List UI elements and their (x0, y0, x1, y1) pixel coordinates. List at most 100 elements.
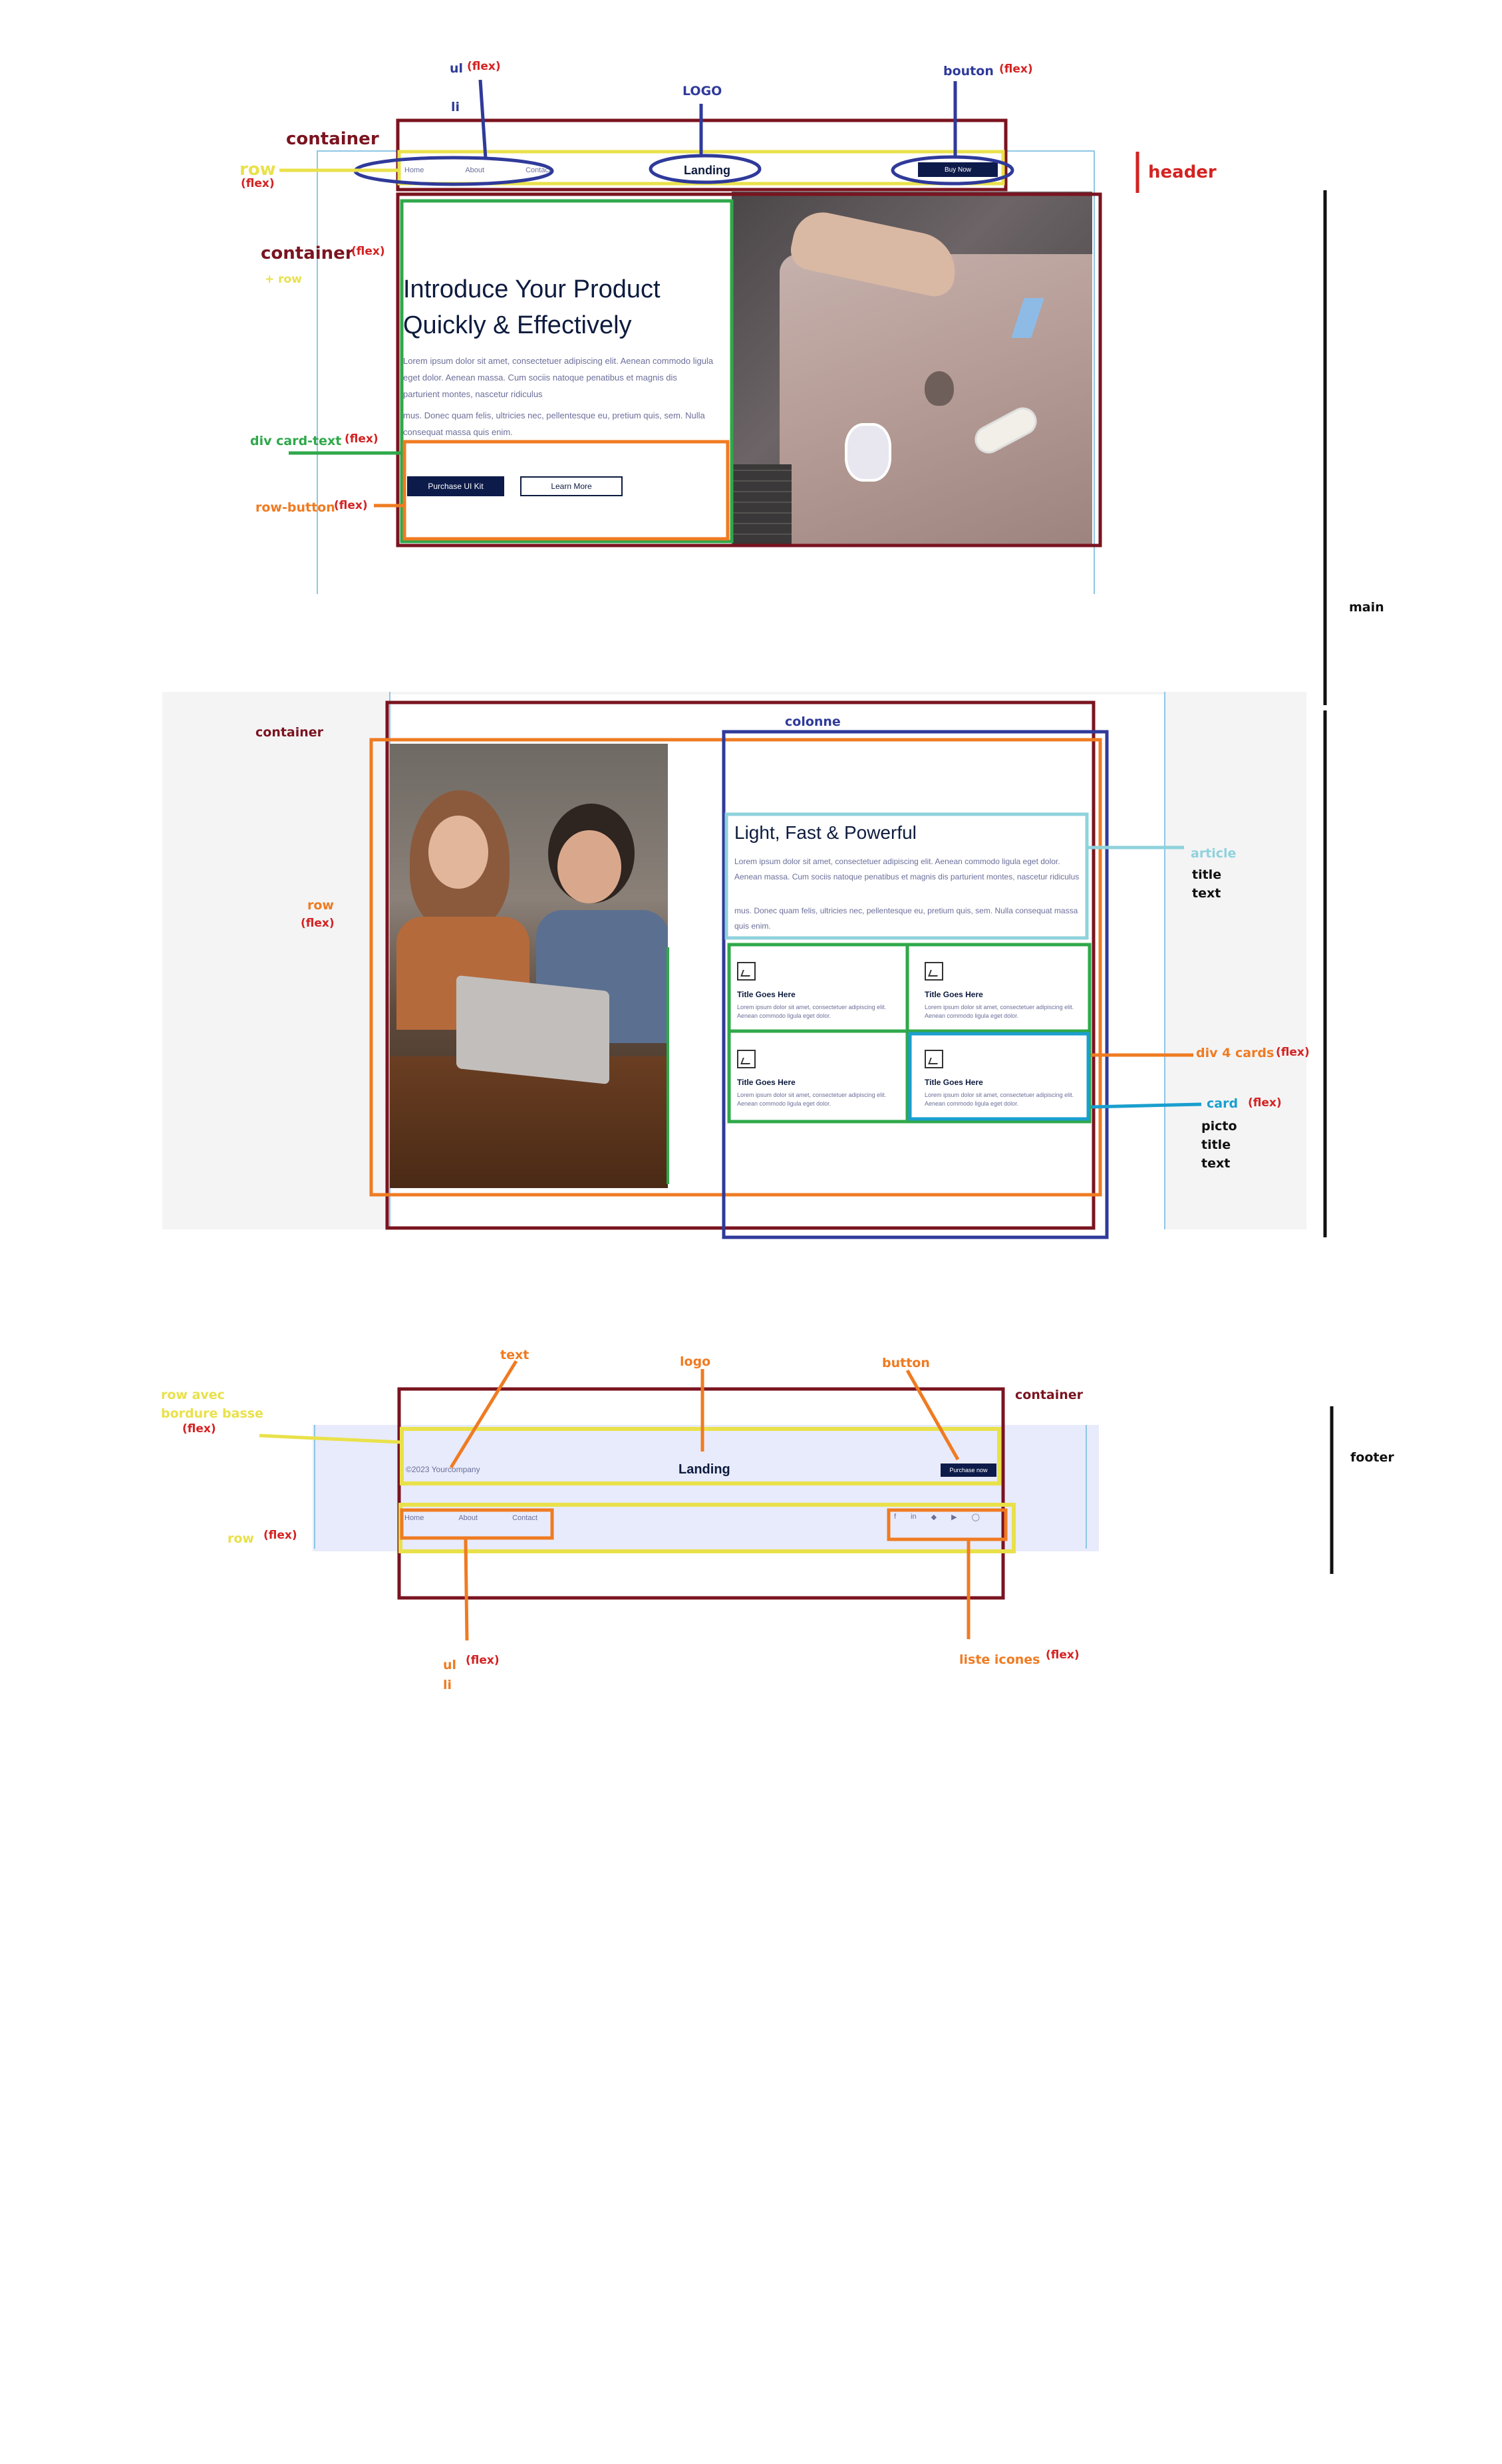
label-container-2: container (261, 243, 354, 263)
label-footer-ul-flex: (flex) (466, 1654, 500, 1667)
label-plus-row: + row (265, 273, 302, 286)
youtube-icon[interactable]: ▶ (951, 1513, 957, 1521)
features-title: Light, Fast & Powerful (734, 822, 917, 843)
label-footer-button: button (882, 1356, 930, 1370)
apple-logo-icon (925, 371, 954, 406)
layout-guide (1086, 1425, 1087, 1549)
hero-paragraph-1: Lorem ipsum dolor sit amet, consectetuer… (403, 356, 714, 399)
woman-right-face (557, 830, 621, 903)
label-card-title: title (1201, 1138, 1231, 1152)
label-footer-row-flex: (flex) (263, 1529, 297, 1542)
card-text: Lorem ipsum dolor sit amet, consectetuer… (737, 1004, 887, 1019)
footer-copyright: ©2023 Yourcompany (406, 1465, 480, 1474)
linkedin-icon[interactable]: in (911, 1513, 917, 1521)
label-features-container: container (255, 725, 324, 740)
label-colonne: colonne (785, 714, 841, 729)
feature-card: Title Goes Here Lorem ipsum dolor sit am… (910, 1032, 1088, 1118)
picture-icon (737, 962, 756, 981)
footer-link-home[interactable]: Home (404, 1514, 424, 1522)
label-card-picto: picto (1201, 1119, 1237, 1134)
hero-title-line2: Quickly & Effectively (403, 311, 632, 339)
footer-top-row: ©2023 Yourcompany Landing Purchase now (402, 1430, 1000, 1483)
features-paragraph-2: mus. Donec quam felis, ultricies nec, pe… (734, 906, 1078, 931)
learn-more-button[interactable]: Learn More (520, 476, 623, 496)
card-title: Title Goes Here (925, 1078, 983, 1087)
card-text: Lorem ipsum dolor sit amet, consectetuer… (925, 1004, 1074, 1019)
card-title: Title Goes Here (925, 990, 983, 999)
woman-left-face (428, 816, 488, 889)
ul-footer-leader (464, 1539, 469, 1641)
label-footer-row: row (227, 1531, 254, 1546)
label-footer-logo: logo (680, 1354, 711, 1369)
two-women-laptop-photo (390, 744, 668, 1188)
footer-purchase-button[interactable]: Purchase now (941, 1463, 996, 1477)
layout-guide (314, 1425, 315, 1549)
label-main: main (1349, 600, 1384, 615)
footer-bottom-row: Home About Contact f in ◆ ▶ ◯ (402, 1505, 1000, 1531)
footer-link-contact[interactable]: Contact (512, 1514, 537, 1522)
layout-guide (317, 150, 318, 594)
sticker-statue (845, 423, 891, 482)
label-card-flex: (flex) (1248, 1096, 1282, 1110)
label-bouton-flex: (flex) (999, 63, 1033, 76)
table (390, 1056, 668, 1188)
label-container-2-flex: (flex) (351, 245, 385, 258)
label-features-row: row (307, 898, 334, 913)
label-article-text: text (1192, 886, 1221, 901)
header-mock: Home About Contact Landing Buy Now (399, 157, 1004, 186)
features-article: Light, Fast & Powerful Lorem ipsum dolor… (726, 814, 1083, 937)
label-bouton: bouton (943, 64, 994, 78)
label-div4: div 4 cards (1196, 1046, 1275, 1060)
label-footer: footer (1350, 1450, 1394, 1465)
label-card-text: div card-text (250, 434, 342, 448)
label-container: container (286, 129, 379, 149)
label-footer-li: li (443, 1678, 452, 1692)
ul-leader (478, 79, 488, 159)
header-logo[interactable]: Landing (684, 164, 730, 178)
hero-title-line1: Introduce Your Product (403, 275, 661, 303)
feature-card: Title Goes Here Lorem ipsum dolor sit am… (729, 945, 907, 1030)
layout-guide (1094, 150, 1095, 594)
footer-social-icons: f in ◆ ▶ ◯ (894, 1513, 980, 1521)
label-row-bordure-1: row avec (161, 1388, 225, 1402)
layout-guide (1164, 692, 1165, 1229)
purchase-ui-kit-button[interactable]: Purchase UI Kit (407, 476, 504, 496)
picture-icon (737, 1050, 756, 1068)
footer-logo[interactable]: Landing (678, 1462, 730, 1477)
footer-link-about[interactable]: About (458, 1514, 478, 1522)
label-ul: ul (450, 61, 464, 76)
label-card-text-flex: (flex) (345, 432, 378, 446)
card-title: Title Goes Here (737, 990, 796, 999)
label-logo: LOGO (682, 84, 722, 98)
feature-card: Title Goes Here Lorem ipsum dolor sit am… (729, 1032, 907, 1118)
hero-card-text: Introduce Your Product Quickly & Effecti… (403, 201, 729, 540)
label-card-text: text (1201, 1156, 1231, 1171)
hero-laptop-image (732, 192, 1092, 544)
nav-link-contact[interactable]: Contact (526, 166, 551, 174)
label-article: article (1191, 846, 1237, 861)
footer-nav: Home About Contact (404, 1514, 537, 1522)
label-card: card (1207, 1096, 1239, 1111)
buy-now-button[interactable]: Buy Now (918, 162, 998, 177)
card-title: Title Goes Here (737, 1078, 796, 1087)
instagram-icon[interactable]: ◯ (972, 1513, 980, 1521)
picture-icon (925, 1050, 943, 1068)
facebook-icon[interactable]: f (894, 1513, 896, 1521)
twitter-icon[interactable]: ◆ (931, 1513, 937, 1521)
label-article-title: title (1192, 867, 1222, 882)
features-paragraph-1: Lorem ipsum dolor sit amet, consectetuer… (734, 857, 1080, 881)
label-footer-container: container (1015, 1388, 1084, 1402)
label-ul-flex: (flex) (467, 60, 501, 73)
hero-paragraph-2: mus. Donec quam felis, ultricies nec, pe… (403, 410, 705, 437)
label-liste-icones: liste icones (959, 1652, 1040, 1667)
nav-link-home[interactable]: Home (404, 166, 424, 174)
label-row-bordure-2: bordure basse (161, 1406, 263, 1421)
label-row-bordure-flex: (flex) (182, 1422, 216, 1436)
label-features-row-flex: (flex) (301, 917, 335, 930)
picture-icon (925, 962, 943, 981)
laptop (456, 975, 609, 1085)
feature-cards-grid: Title Goes Here Lorem ipsum dolor sit am… (729, 945, 1088, 1122)
label-footer-ul: ul (443, 1658, 457, 1672)
nav-link-about[interactable]: About (465, 166, 484, 174)
laptop-keyboard (732, 464, 792, 544)
